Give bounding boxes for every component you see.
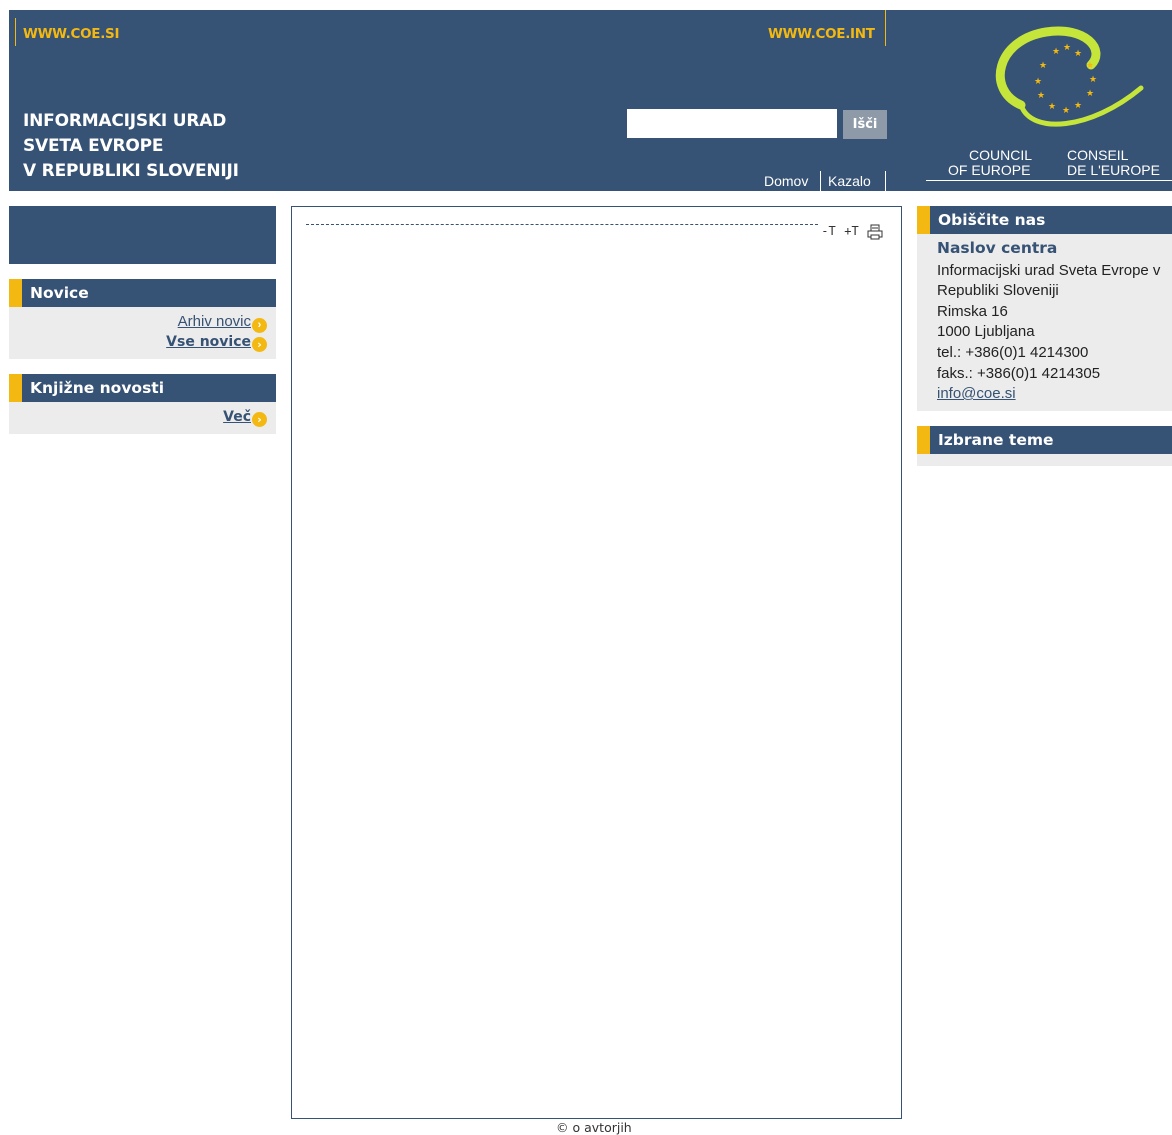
search-button[interactable]: Išči — [843, 110, 887, 139]
print-button[interactable] — [865, 224, 884, 240]
toolbar-divider — [306, 224, 818, 225]
topics-title: Izbrane teme — [938, 431, 1054, 449]
address-line: Rimska 16 — [937, 303, 1008, 320]
logo-en-line-2: OF EUROPE — [948, 162, 1031, 178]
coe-int-link[interactable]: WWW.COE.INT — [768, 26, 875, 42]
all-news-label: Vse novice — [166, 334, 251, 350]
search-input[interactable] — [627, 109, 837, 138]
left-banner-box — [9, 206, 276, 264]
coe-emblem-icon: ★ ★★ ★★★ ★★★ ★★★ — [995, 26, 1144, 127]
archive-news-label: Arhiv novic — [177, 313, 251, 330]
all-news-link[interactable]: Vse novice › — [166, 334, 267, 352]
svg-text:★: ★ — [1052, 47, 1060, 57]
svg-text:★: ★ — [1086, 89, 1094, 99]
logo-fr-line-2: DE L'EUROPE — [1067, 162, 1160, 178]
address-line: Informacijski urad Sveta Evrope v — [937, 262, 1161, 279]
printer-icon — [867, 224, 882, 240]
books-title: Knjižne novosti — [30, 379, 165, 397]
address-line: 1000 Ljubljana — [937, 323, 1035, 340]
coe-si-link[interactable]: WWW.COE.SI — [23, 26, 119, 42]
header-flag — [9, 279, 22, 307]
fax-line: faks.: +386(0)1 4214305 — [937, 365, 1101, 382]
svg-text:★: ★ — [1039, 61, 1047, 71]
topics-box-body — [917, 454, 1172, 466]
visit-box-header: Obiščite nas — [917, 206, 1172, 234]
decrease-text-button[interactable]: -T — [819, 224, 838, 240]
site-header: WWW.COE.SI WWW.COE.INT INFORMACIJSKI URA… — [9, 10, 1172, 191]
nav-divider — [885, 171, 886, 191]
arrow-right-icon: › — [252, 412, 267, 427]
archive-news-link[interactable]: Arhiv novic › — [178, 313, 267, 333]
about-authors-label: o avtorjih — [572, 1120, 632, 1135]
books-box-header: Knjižne novosti — [9, 374, 276, 402]
logo-fr-line-1: CONSEIL — [1067, 147, 1129, 163]
svg-text:★: ★ — [1048, 102, 1056, 112]
increase-text-button[interactable]: +T — [842, 224, 861, 240]
sitemap-link[interactable]: Kazalo — [828, 173, 871, 189]
svg-text:★: ★ — [1074, 101, 1082, 111]
books-more-link[interactable]: Več › — [223, 409, 267, 427]
svg-text:★: ★ — [1034, 77, 1042, 87]
header-flag — [917, 426, 930, 454]
books-box-body: Več › — [9, 402, 276, 434]
org-name-line-2: SVETA EVROPE — [23, 136, 164, 156]
novice-box-header: Novice — [9, 279, 276, 307]
header-divider — [885, 10, 886, 46]
logo-en-line-1: COUNCIL — [969, 147, 1033, 163]
logo-underline — [926, 180, 1172, 181]
org-name-line-1: INFORMACIJSKI URAD — [23, 111, 227, 131]
svg-text:★: ★ — [1089, 75, 1097, 85]
novice-box-body: Arhiv novic › Vse novice › — [9, 307, 276, 359]
council-of-europe-logo[interactable]: ★ ★ ★ ★ ★ ★ ★ ★ ★ ★ ★ ★ COUNCIL OF EUROPE CONSEI… — [926, 10, 1172, 191]
about-authors-link[interactable]: © o avtorjih — [556, 1120, 632, 1135]
main-content-panel: -T +T — [291, 206, 902, 1119]
books-more-label: Več — [223, 409, 251, 425]
home-link[interactable]: Domov — [764, 173, 808, 189]
svg-text:★: ★ — [1062, 106, 1070, 116]
svg-text:★: ★ — [1037, 91, 1045, 101]
address-heading: Naslov centra — [937, 239, 1058, 257]
org-name-line-3: V REPUBLIKI SLOVENIJI — [23, 161, 239, 181]
arrow-right-icon: › — [252, 318, 267, 333]
svg-text:★: ★ — [1086, 61, 1094, 71]
nav-divider — [820, 171, 821, 191]
topics-box-header: Izbrane teme — [917, 426, 1172, 454]
address-line: Republiki Sloveniji — [937, 282, 1059, 299]
visit-title: Obiščite nas — [938, 211, 1046, 229]
phone-line: tel.: +386(0)1 4214300 — [937, 344, 1089, 361]
svg-text:★: ★ — [1074, 49, 1082, 59]
header-flag — [917, 206, 930, 234]
novice-title: Novice — [30, 284, 89, 302]
header-divider — [15, 18, 16, 46]
header-flag — [9, 374, 22, 402]
copyright-icon: © — [556, 1120, 569, 1135]
svg-text:★: ★ — [1063, 43, 1071, 53]
email-link[interactable]: info@coe.si — [937, 385, 1016, 402]
arrow-right-icon: › — [252, 337, 267, 352]
